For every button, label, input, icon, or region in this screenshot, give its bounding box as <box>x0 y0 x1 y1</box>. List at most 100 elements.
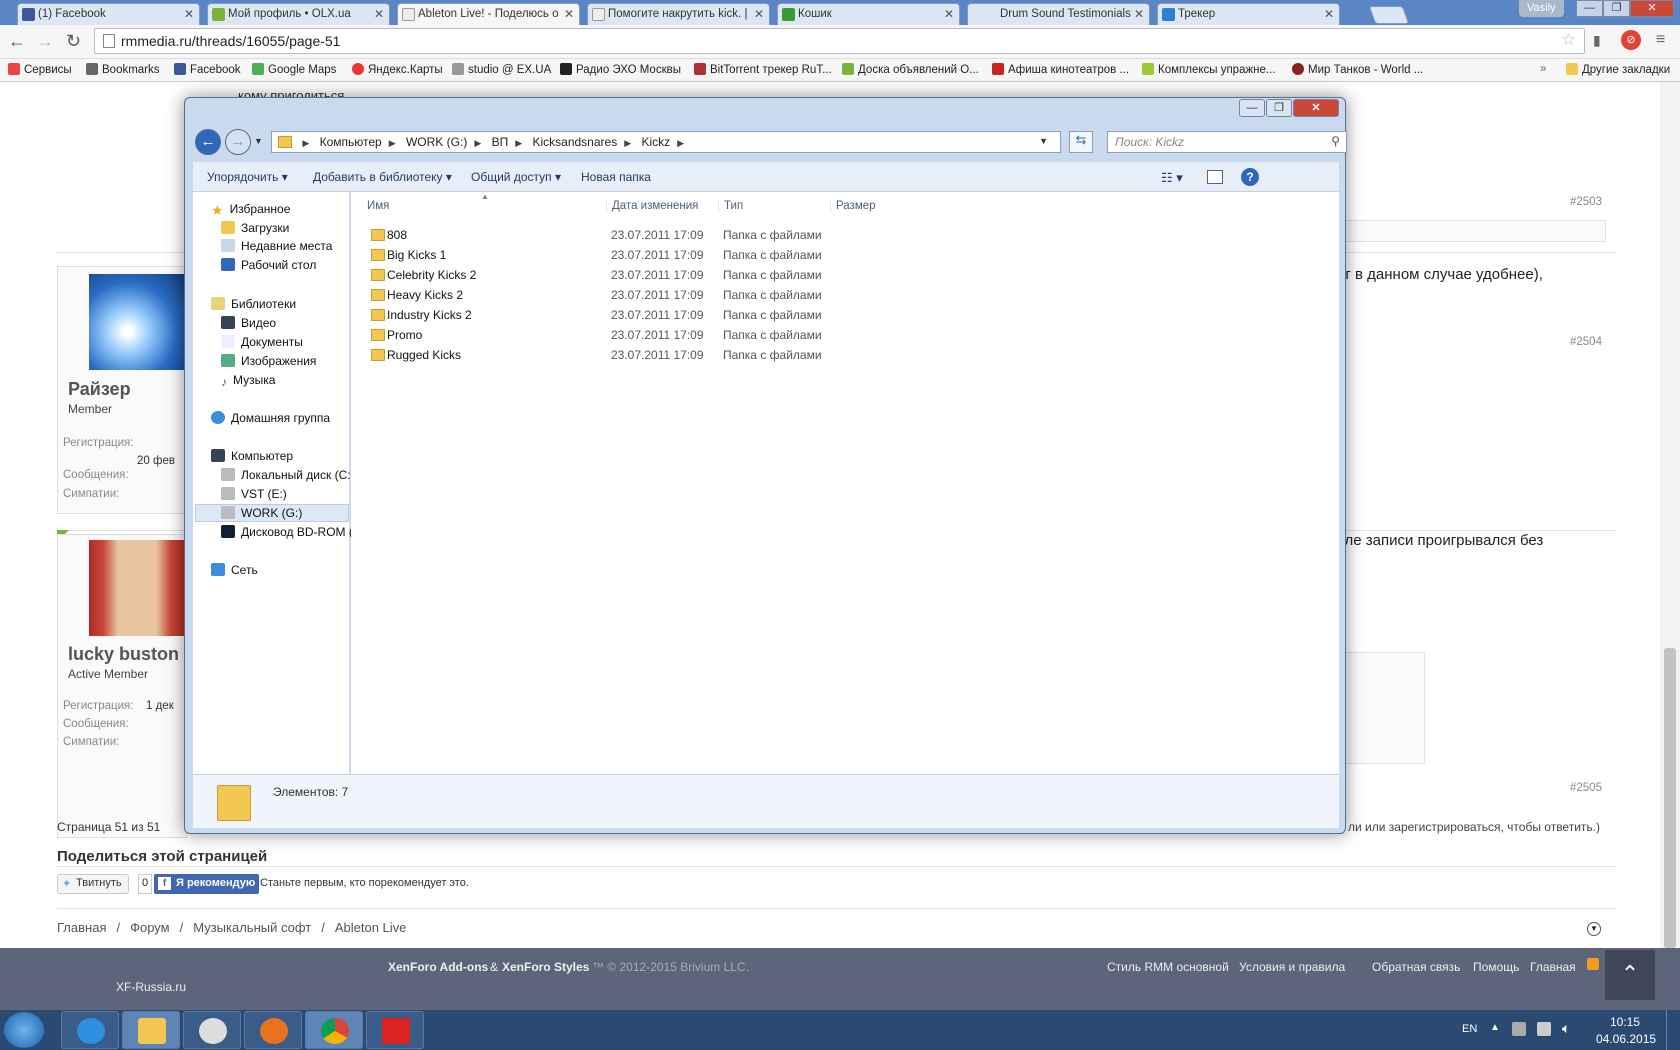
taskbar-firefox[interactable] <box>244 1011 302 1049</box>
fb-like-button[interactable]: fЯ рекомендую <box>154 874 260 894</box>
show-hidden-icons[interactable]: ▲ <box>1490 1022 1500 1033</box>
maximize-button[interactable]: ❐ <box>1266 99 1292 117</box>
clock-date[interactable]: 04.06.2015 <box>1596 1032 1656 1046</box>
tab-koshik[interactable]: Кошик ✕ <box>777 3 960 25</box>
bookmark-rutracker[interactable]: BitTorrent трекер RuT... <box>694 63 832 76</box>
crumb-work-drive[interactable]: WORK (G:) <box>406 135 467 149</box>
avatar[interactable] <box>89 540 185 636</box>
breadcrumb-forum[interactable]: Форум <box>130 920 170 935</box>
file-row[interactable]: Industry Kicks 2 23.07.2011 17:09 Папка с … <box>351 305 1339 325</box>
tab-kick[interactable]: Помогите накрутить kick. | ✕ <box>587 3 770 25</box>
rss-icon[interactable] <box>1587 958 1599 970</box>
search-icon[interactable]: ⚲ <box>1331 134 1340 148</box>
share-button[interactable]: Общий доступ ▾ <box>471 170 561 184</box>
history-dropdown-icon[interactable]: ▼ <box>254 136 263 146</box>
adblock-icon[interactable]: ⊘ <box>1621 30 1641 50</box>
tab-drum-sound[interactable]: Drum Sound Testimonials ✕ <box>967 3 1150 25</box>
taskbar-chrome[interactable] <box>305 1011 363 1049</box>
footer-addons-link[interactable]: XenForo Add-ons <box>388 960 488 974</box>
column-date[interactable]: Дата изменения <box>606 200 698 212</box>
file-row[interactable]: Promo 23.07.2011 17:09 Папка с файлами <box>351 325 1339 345</box>
page-scrollbar[interactable] <box>1660 82 1680 948</box>
nav-libraries[interactable]: Библиотеки <box>211 297 296 311</box>
nav-drive-c[interactable]: Локальный диск (C:) <box>221 468 355 482</box>
file-row[interactable]: Heavy Kicks 2 23.07.2011 17:09 Папка с фай… <box>351 285 1339 305</box>
nav-documents[interactable]: Документы <box>221 335 303 349</box>
tab-ableton[interactable]: Ableton Live! - Поделюсь о ✕ <box>397 3 580 25</box>
organize-button[interactable]: Упорядочить ▾ <box>207 170 288 184</box>
close-tab-icon[interactable]: ✕ <box>374 7 384 21</box>
crumb-kicksandsnares[interactable]: Kicksandsnares <box>532 135 617 149</box>
footer-feedback-link[interactable]: Обратная связь <box>1372 960 1460 974</box>
file-row[interactable]: Rugged Kicks 23.07.2011 17:09 Папка с файл… <box>351 345 1339 365</box>
nav-recent-places[interactable]: Недавние места <box>221 239 332 253</box>
more-bookmarks-icon[interactable]: » <box>1540 63 1546 75</box>
nav-favorites[interactable]: ★ Избранное <box>211 202 290 218</box>
footer-help-link[interactable]: Помощь <box>1473 960 1519 974</box>
new-folder-button[interactable]: Новая папка <box>581 170 651 184</box>
forward-button[interactable]: → <box>225 129 251 155</box>
other-bookmarks[interactable]: Другие закладки <box>1566 63 1670 76</box>
nav-downloads[interactable]: Загрузки <box>221 221 289 235</box>
taskbar-internet-explorer[interactable] <box>61 1011 119 1049</box>
footer-styles-link[interactable]: XenForo Styles <box>502 960 589 974</box>
nav-music[interactable]: ♪ Музыка <box>221 373 275 389</box>
bookmark-services[interactable]: Сервисы <box>8 63 72 76</box>
language-indicator[interactable]: EN <box>1462 1023 1477 1035</box>
bookmark-yandex-maps[interactable]: Яндекс.Карты <box>352 63 443 76</box>
maximize-button[interactable]: ❐ <box>1603 0 1630 17</box>
preview-pane-icon[interactable] <box>1207 170 1223 184</box>
bookmark-wot[interactable]: Мир Танков - World ... <box>1292 63 1423 76</box>
scroll-top-button[interactable]: ⌃ <box>1605 950 1655 1000</box>
nav-homegroup[interactable]: Домашняя группа <box>211 411 330 425</box>
close-tab-icon[interactable]: ✕ <box>1324 7 1334 21</box>
minimize-button[interactable]: — <box>1576 0 1603 17</box>
post-number[interactable]: #2504 <box>1570 336 1602 348</box>
taskbar-windows-explorer[interactable] <box>122 1011 180 1049</box>
bookmark-bookmarks[interactable]: Bookmarks <box>86 63 160 76</box>
clock-time[interactable]: 10:15 <box>1610 1015 1640 1029</box>
bookmark-ex-ua[interactable]: studio @ EX.UA <box>452 63 551 76</box>
nav-video[interactable]: Видео <box>221 316 276 330</box>
nav-network[interactable]: Сеть <box>211 563 258 577</box>
refresh-icon[interactable]: ⇆ <box>1069 131 1093 153</box>
nav-drive-e[interactable]: VST (E:) <box>221 487 287 501</box>
file-row[interactable]: Celebrity Kicks 2 23.07.2011 17:09 Папка с… <box>351 265 1339 285</box>
column-name[interactable]: Имя <box>367 200 389 212</box>
taskbar-media-app[interactable] <box>183 1011 241 1049</box>
close-tab-icon[interactable]: ✕ <box>1134 7 1144 21</box>
add-to-library-button[interactable]: Добавить в библиотеку ▾ <box>313 170 452 184</box>
back-button[interactable]: ← <box>195 129 221 155</box>
bookmark-facebook[interactable]: Facebook <box>174 63 241 76</box>
file-row[interactable]: 808 23.07.2011 17:09 Папка с файлами <box>351 225 1339 245</box>
show-desktop-button[interactable] <box>1666 1010 1680 1050</box>
menu-icon[interactable]: ≡ <box>1656 31 1665 49</box>
nav-drive-g[interactable]: WORK (G:) <box>221 506 302 520</box>
star-icon[interactable]: ☆ <box>1561 30 1576 50</box>
bookmark-echo[interactable]: Радио ЭХО Москвы <box>560 63 681 76</box>
search-input[interactable]: Поиск: Kickz ⚲ <box>1107 131 1347 153</box>
extension-icon[interactable]: ▮ <box>1593 32 1601 49</box>
crumb-kickz[interactable]: Kickz <box>641 135 670 149</box>
volume-icon[interactable]: 🔈︎ <box>1562 1020 1570 1037</box>
close-window-button[interactable]: ✕ <box>1630 0 1674 17</box>
footer-terms-link[interactable]: Условия и правила <box>1239 960 1345 974</box>
nav-desktop[interactable]: Рабочий стол <box>221 258 316 272</box>
start-button[interactable] <box>4 1012 44 1048</box>
taskbar-ableton[interactable] <box>366 1011 424 1049</box>
footer-home-link[interactable]: Главная <box>1530 960 1576 974</box>
close-tab-icon[interactable]: ✕ <box>944 7 954 21</box>
breadcrumb-music-soft[interactable]: Музыкальный софт <box>193 920 311 935</box>
help-icon[interactable]: ? <box>1241 168 1259 186</box>
network-icon[interactable] <box>1537 1022 1551 1036</box>
jump-down-icon[interactable]: ▼ <box>1587 922 1601 936</box>
back-icon[interactable]: ← <box>8 31 26 52</box>
path-dropdown-icon[interactable]: ▼ <box>1039 136 1048 146</box>
post-number[interactable]: #2505 <box>1570 782 1602 794</box>
file-row[interactable]: Big Kicks 1 23.07.2011 17:09 Папка с файла… <box>351 245 1339 265</box>
forward-icon[interactable]: → <box>36 31 54 52</box>
crumb-vp[interactable]: BП <box>492 135 509 149</box>
scrollbar-thumb[interactable] <box>1664 648 1676 948</box>
bookmark-afisha[interactable]: Афиша кинотеатров ... <box>992 63 1129 76</box>
tab-olx[interactable]: Мой профиль • OLX.ua ✕ <box>207 3 390 25</box>
